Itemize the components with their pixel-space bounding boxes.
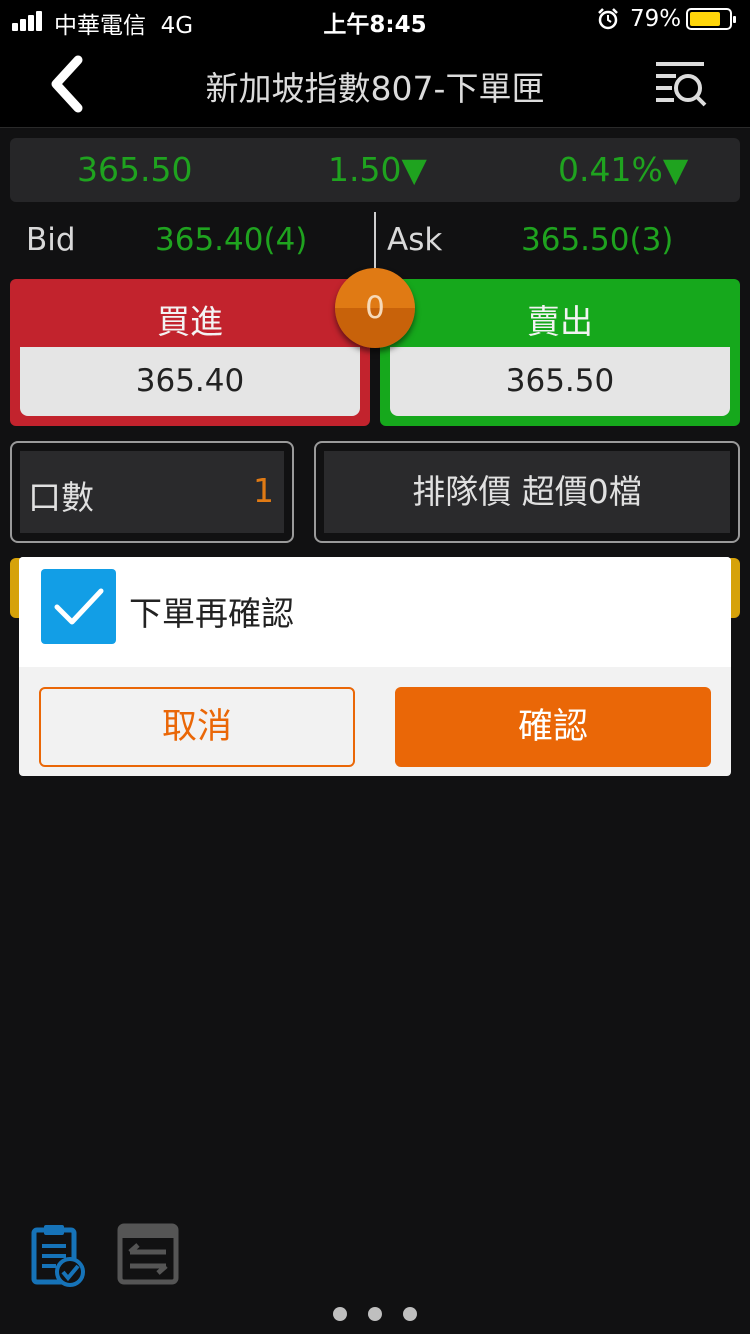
page-title: 新加坡指數807-下單匣: [205, 69, 545, 108]
buy-button[interactable]: 買進 365.40: [10, 279, 370, 426]
checkmark-icon: [54, 588, 104, 625]
dialog-message: 下單再確認: [129, 594, 294, 633]
buy-price-field[interactable]: 365.40: [20, 347, 360, 416]
page-dot[interactable]: [332, 1307, 347, 1321]
confirm-again-checkbox[interactable]: [41, 569, 116, 644]
page-indicator: [0, 1306, 750, 1322]
confirm-dialog: 下單再確認 取消 確認: [19, 557, 731, 776]
quantity-label: 口數: [28, 478, 94, 517]
battery-icon: [686, 8, 736, 30]
search-list-button[interactable]: [650, 56, 710, 112]
day-trade-calendar-icon[interactable]: [116, 1222, 182, 1288]
last-price: 365.50: [77, 150, 193, 189]
quantity-value: 1: [253, 471, 274, 510]
sell-price-field[interactable]: 365.50: [390, 347, 730, 416]
confirm-button[interactable]: 確認: [395, 687, 711, 767]
alarm-icon: [598, 8, 618, 30]
buy-label: 買進: [157, 302, 223, 341]
price-type-label: 排隊價 超價0檔: [324, 451, 730, 533]
position-count-badge[interactable]: 0: [335, 268, 415, 348]
battery-percent: 79%: [630, 6, 682, 32]
page-dot[interactable]: [368, 1307, 382, 1321]
bid-label: Bid: [26, 222, 76, 258]
price-change-percent: 0.41%▼: [558, 150, 689, 189]
ask-label: Ask: [387, 222, 443, 258]
nav-header: 新加坡指數807-下單匣: [0, 40, 750, 128]
price-type-selector[interactable]: 排隊價 超價0檔: [314, 441, 740, 543]
bid-value: 365.40(4): [155, 222, 308, 258]
page-dot[interactable]: [403, 1307, 418, 1321]
quantity-field[interactable]: 口數 1: [10, 441, 294, 543]
status-bar: 中華電信 4G 上午8:45 79%: [0, 0, 750, 40]
clipboard-check-icon[interactable]: [28, 1222, 88, 1288]
search-list-icon: [656, 62, 707, 107]
sell-button[interactable]: 賣出 365.50: [380, 279, 740, 426]
bid-ask-divider: [374, 212, 376, 270]
price-change: 1.50▼: [328, 150, 427, 189]
cancel-button[interactable]: 取消: [39, 687, 355, 767]
quote-bar: 365.50 1.50▼ 0.41%▼: [10, 138, 740, 202]
sell-label: 賣出: [527, 302, 593, 341]
ask-value: 365.50(3): [521, 222, 674, 258]
